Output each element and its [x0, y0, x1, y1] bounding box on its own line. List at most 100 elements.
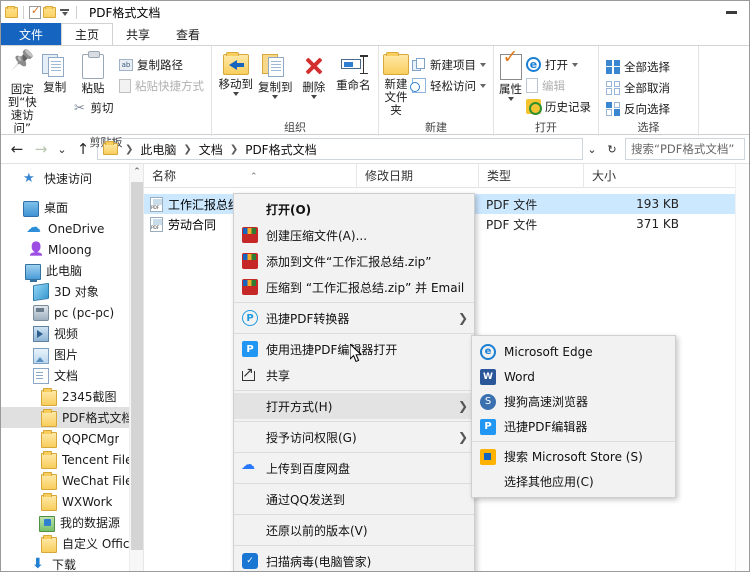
sidebar-item-quick-access[interactable]: 快速访问: [1, 168, 143, 189]
scrollbar-thumb[interactable]: [131, 182, 143, 550]
new-folder-button[interactable]: 新建 文件夹: [383, 51, 409, 117]
customize-caret-icon[interactable]: [58, 6, 71, 19]
breadcrumb-item-2[interactable]: PDF格式文档: [243, 141, 318, 158]
sidebar-item-qqpcmgr[interactable]: QQPCMgr: [1, 428, 143, 449]
sidebar-item-label: Mloong: [48, 242, 92, 257]
context-menu-item-scan-virus[interactable]: ✓ 扫描病毒(电脑管家): [234, 548, 474, 571]
paste-shortcut-button[interactable]: 粘贴快捷方式: [116, 76, 207, 95]
context-menu-item-open[interactable]: 打开(O): [234, 196, 474, 222]
edge-icon: e: [526, 57, 541, 72]
blank-icon: [242, 429, 258, 445]
sidebar-item-downloads[interactable]: 下载: [1, 554, 143, 572]
context-menu-item-label: 压缩到 “工作汇报总结.zip” 并 Email: [266, 280, 465, 295]
sidebar-item-2345screenshots[interactable]: 2345截图: [1, 386, 143, 407]
refresh-button[interactable]: ↻: [603, 137, 621, 161]
easy-access-button[interactable]: 轻松访问: [409, 76, 489, 95]
column-header-name[interactable]: 名称 ⌃: [144, 164, 356, 188]
winrar-icon: [242, 227, 258, 243]
address-dropdown-button[interactable]: ⌄: [583, 137, 601, 161]
chevron-down-icon[interactable]: [310, 95, 317, 99]
navigation-scrollbar[interactable]: ⌃: [129, 164, 143, 571]
column-header-date[interactable]: 修改日期: [356, 163, 478, 188]
rename-button[interactable]: 重命名: [333, 51, 374, 92]
column-header-size[interactable]: 大小: [583, 163, 693, 188]
scroll-up-icon[interactable]: ⌃: [130, 164, 143, 180]
sidebar-item-pc-drive[interactable]: pc (pc-pc): [1, 302, 143, 323]
sidebar-item-desktop[interactable]: 桌面: [1, 197, 143, 218]
sidebar-item-this-pc[interactable]: 此电脑: [1, 260, 143, 282]
copy-path-button[interactable]: ab 复制路径: [116, 55, 207, 74]
edit-button[interactable]: 编辑: [523, 76, 594, 95]
sidebar-item-3d-objects[interactable]: 3D 对象: [1, 281, 143, 302]
menu-separator: [234, 390, 474, 391]
copy-path-icon: ab: [119, 58, 133, 71]
invert-selection-button[interactable]: 反向选择: [603, 99, 673, 118]
minimize-button[interactable]: [714, 1, 749, 23]
paste-button[interactable]: 粘贴 ✂ 剪切: [70, 51, 116, 118]
pin-to-quick-access-button[interactable]: 固定到“快速访问”: [5, 51, 40, 135]
context-menu-item-xunjie-pdf-converter[interactable]: P 迅捷PDF转换器 ❯: [234, 305, 474, 331]
context-menu-item-create-archive[interactable]: 创建压缩文件(A)...: [234, 222, 474, 248]
tab-file[interactable]: 文件: [1, 23, 62, 45]
winrar-icon: [242, 253, 258, 269]
chevron-down-icon[interactable]: [480, 63, 486, 67]
sogou-icon: S: [480, 393, 496, 410]
breadcrumb-separator: ❯: [229, 143, 239, 155]
tab-home[interactable]: 主页: [61, 23, 114, 45]
context-menu-item-send-via-qq[interactable]: 通过QQ发送到: [234, 486, 474, 512]
sidebar-item-mloong[interactable]: Mloong: [1, 239, 143, 260]
submenu-item-search-microsoft-store[interactable]: 搜索 Microsoft Store (S): [472, 444, 675, 469]
chevron-down-icon[interactable]: [232, 92, 239, 96]
sidebar-item-wxwork[interactable]: WXWork: [1, 491, 143, 512]
select-none-button[interactable]: 全部取消: [603, 78, 673, 97]
folder-icon[interactable]: [5, 5, 18, 18]
sidebar-item-onedrive[interactable]: OneDrive: [1, 218, 143, 239]
chevron-down-icon[interactable]: [572, 63, 578, 67]
sidebar-item-custom-office-templates[interactable]: 自定义 Office 模: [1, 533, 143, 554]
chevron-down-icon[interactable]: [480, 84, 486, 88]
properties-icon[interactable]: [29, 4, 41, 19]
sidebar-item-pdf-documents[interactable]: PDF格式文档: [1, 407, 143, 428]
file-list-scrollbar[interactable]: [735, 164, 749, 571]
new-item-button[interactable]: 新建项目: [409, 55, 489, 74]
properties-button[interactable]: 属性: [498, 51, 523, 101]
submenu-item-sogou-browser[interactable]: S 搜狗高速浏览器: [472, 389, 675, 414]
submenu-item-word[interactable]: W Word: [472, 364, 675, 389]
tab-share[interactable]: 共享: [113, 23, 163, 45]
context-menu-item-open-with[interactable]: 打开方式(H) ❯: [234, 393, 474, 419]
context-menu-item-upload-to-baidu-pan[interactable]: 上传到百度网盘: [234, 455, 474, 481]
minimize-icon: [726, 10, 737, 14]
move-to-button[interactable]: 移动到: [216, 51, 256, 96]
copy-to-button[interactable]: 复制到: [256, 51, 296, 99]
delete-button[interactable]: 删除: [295, 51, 333, 99]
submenu-item-choose-another-app[interactable]: 选择其他应用(C): [472, 469, 675, 494]
submenu-item-microsoft-edge[interactable]: e Microsoft Edge: [472, 339, 675, 364]
sidebar-item-my-datasource[interactable]: 我的数据源: [1, 512, 143, 533]
documents-icon: [33, 367, 49, 384]
history-button[interactable]: 历史记录: [523, 97, 594, 116]
context-menu-item-zip-and-email[interactable]: 压缩到 “工作汇报总结.zip” 并 Email: [234, 274, 474, 300]
copy-button[interactable]: 复制: [40, 51, 70, 94]
sidebar-item-videos[interactable]: 视频: [1, 323, 143, 344]
context-menu-item-add-to-zip[interactable]: 添加到文件“工作汇报总结.zip”: [234, 248, 474, 274]
chevron-down-icon[interactable]: [272, 95, 279, 99]
cut-button[interactable]: ✂ 剪切: [70, 99, 117, 118]
chevron-right-icon: ❯: [457, 430, 468, 444]
submenu-item-xunjie-pdf-editor[interactable]: P 迅捷PDF编辑器: [472, 414, 675, 439]
context-menu-item-give-access-to[interactable]: 授予访问权限(G) ❯: [234, 424, 474, 450]
search-input[interactable]: 搜索“PDF格式文档”: [625, 138, 745, 160]
sidebar-item-pictures[interactable]: 图片: [1, 344, 143, 365]
sidebar-item-tencent-files[interactable]: Tencent Files: [1, 449, 143, 470]
window-controls: [714, 1, 749, 23]
tab-view[interactable]: 查看: [163, 23, 213, 45]
context-menu-item-share[interactable]: 共享: [234, 362, 474, 388]
chevron-down-icon[interactable]: [507, 97, 514, 101]
new-folder-icon[interactable]: [43, 5, 56, 18]
menu-separator: [234, 421, 474, 422]
context-menu-item-restore-previous-versions[interactable]: 还原以前的版本(V): [234, 517, 474, 543]
sidebar-item-wechat-files[interactable]: WeChat Files: [1, 470, 143, 491]
column-header-type[interactable]: 类型: [478, 163, 583, 188]
open-button[interactable]: e 打开: [523, 55, 594, 74]
select-all-button[interactable]: 全部选择: [603, 57, 673, 76]
sidebar-item-documents[interactable]: 文档: [1, 365, 143, 386]
